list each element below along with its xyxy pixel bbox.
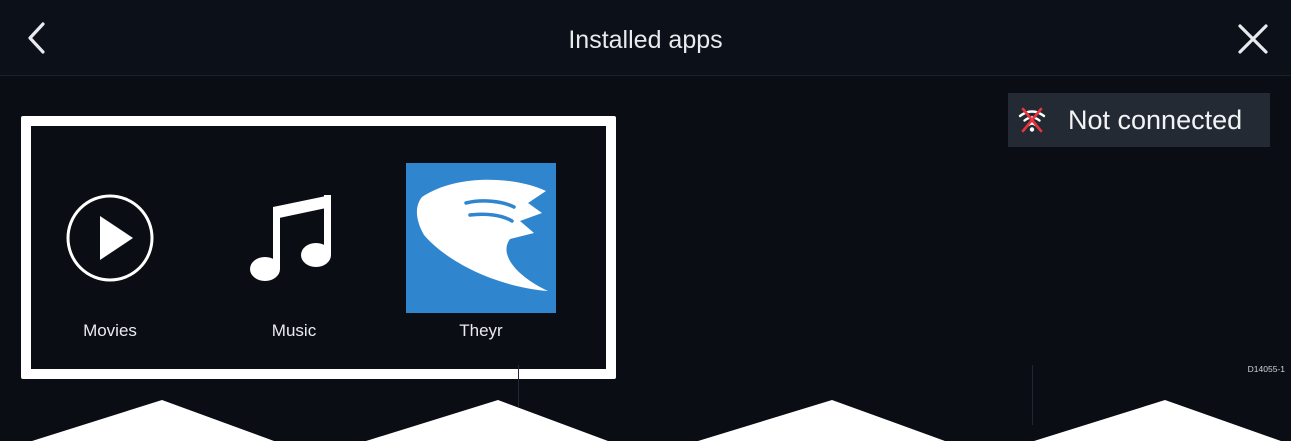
chevron-left-icon (28, 22, 45, 54)
title-bar: Installed apps (0, 0, 1291, 76)
connection-status-badge[interactable]: Not connected (1008, 93, 1270, 147)
close-icon (1238, 24, 1268, 54)
figure-code: D14055-1 (1247, 364, 1285, 374)
close-button[interactable] (1233, 19, 1273, 59)
app-icon-music (219, 163, 369, 313)
theyr-logo-icon (416, 179, 548, 291)
divider (1032, 365, 1033, 425)
app-tile-movies[interactable]: Movies (35, 163, 185, 345)
divider (518, 365, 519, 425)
screen: Installed apps Not connected Movies Musi… (0, 0, 1291, 441)
connection-status-text: Not connected (1068, 104, 1243, 135)
app-tile-theyr[interactable]: Theyr (406, 163, 556, 345)
app-icon-theyr (406, 163, 556, 313)
app-label-theyr: Theyr (459, 321, 503, 340)
app-panel: Installed apps Not connected Movies Musi… (0, 0, 1291, 441)
app-icon-movies (35, 163, 185, 313)
music-note-icon (250, 195, 331, 281)
page-title: Installed apps (568, 26, 723, 54)
app-label-music: Music (271, 321, 317, 340)
play-circle-icon (66, 194, 154, 282)
back-button[interactable] (18, 18, 58, 58)
app-label-movies: Movies (83, 321, 137, 340)
wifi-off-icon (1018, 107, 1046, 133)
app-tile-music[interactable]: Music (219, 163, 369, 345)
